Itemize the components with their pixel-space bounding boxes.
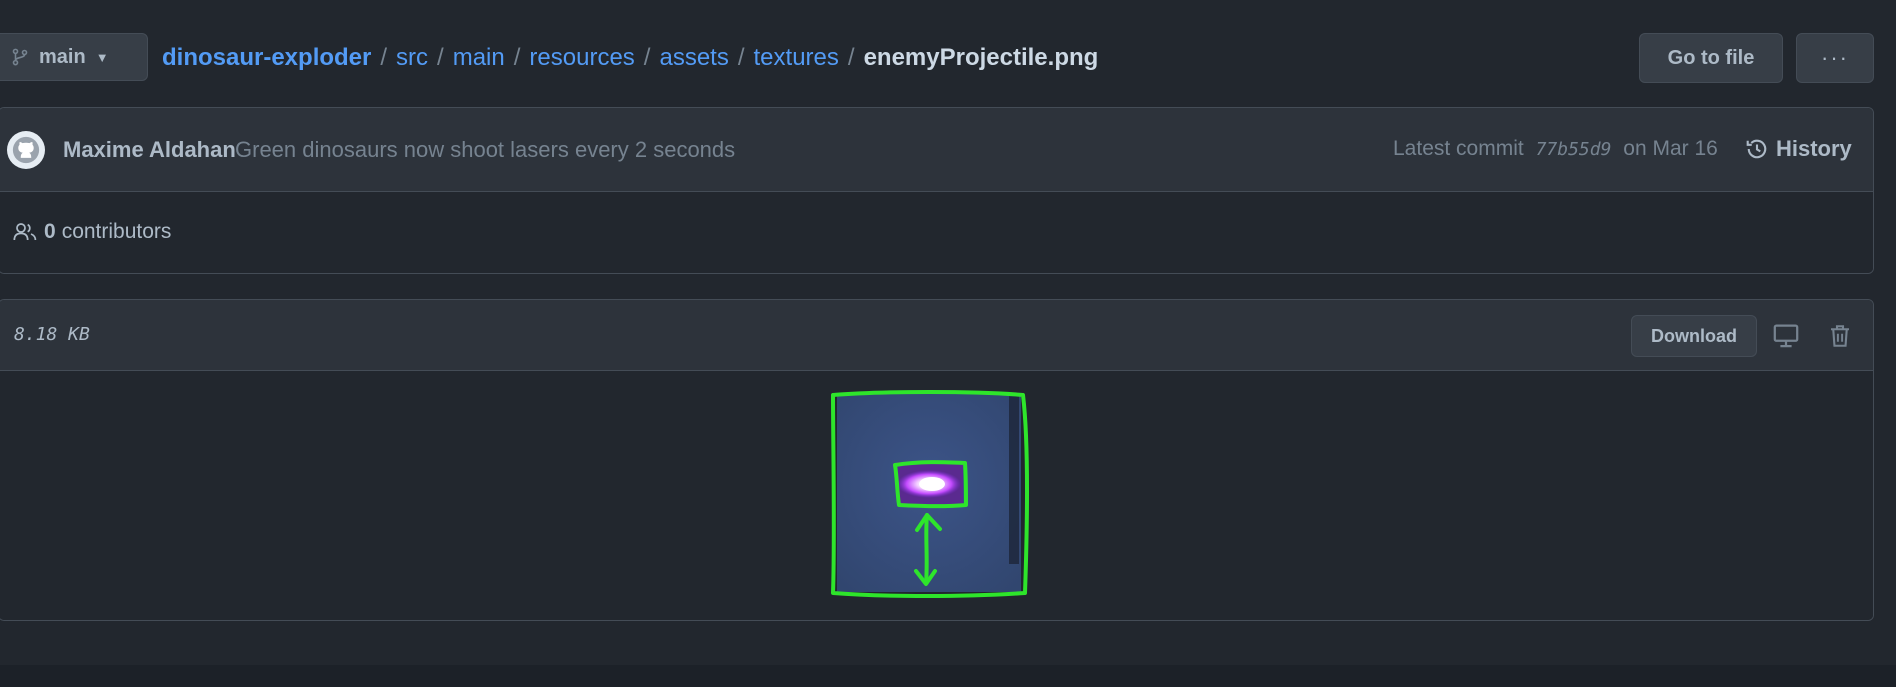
- branch-selector-button[interactable]: main ▼: [0, 33, 148, 81]
- breadcrumb-separator: /: [513, 44, 521, 71]
- avatar[interactable]: [7, 131, 45, 169]
- trash-icon: [1831, 325, 1849, 347]
- people-icon: [13, 223, 37, 241]
- open-in-desktop-button[interactable]: [1771, 321, 1801, 351]
- history-link[interactable]: History: [1745, 136, 1852, 162]
- breadcrumb: dinosaur-exploder / src / main / resourc…: [162, 40, 1098, 76]
- desktop-icon: [1773, 324, 1799, 348]
- commit-row: Maxime Aldahan Green dinosaurs now shoot…: [0, 108, 1873, 192]
- commit-message[interactable]: Green dinosaurs now shoot lasers every 2…: [235, 137, 735, 163]
- latest-commit-label: Latest commit: [1393, 137, 1524, 160]
- breadcrumb-src-link[interactable]: src: [396, 44, 428, 72]
- breadcrumb-separator: /: [847, 44, 855, 71]
- contributors-row: 0 contributors: [0, 192, 1873, 273]
- go-to-file-button[interactable]: Go to file: [1639, 33, 1783, 83]
- branch-name: main: [39, 45, 86, 68]
- contributors-label: contributors: [61, 220, 172, 243]
- download-button[interactable]: Download: [1631, 315, 1757, 357]
- file-viewer: 8.18 KB Download: [0, 299, 1874, 621]
- history-icon: [1746, 139, 1767, 159]
- history-label: History: [1776, 136, 1852, 161]
- github-mark-icon: [12, 136, 40, 164]
- git-branch-icon: [12, 48, 28, 66]
- commit-sha-link[interactable]: 77b55d9: [1536, 139, 1612, 160]
- breadcrumb-separator: /: [380, 44, 388, 71]
- breadcrumb-textures-link[interactable]: textures: [754, 44, 839, 72]
- bottom-strip: [0, 665, 1896, 687]
- file-header: 8.18 KB Download: [0, 300, 1873, 371]
- contributors-count: 0: [44, 220, 56, 243]
- breadcrumb-separator: /: [643, 44, 651, 71]
- breadcrumb-resources-link[interactable]: resources: [529, 44, 634, 72]
- breadcrumb-separator: /: [737, 44, 745, 71]
- file-size: 8.18 KB: [14, 324, 90, 345]
- commit-date: on Mar 16: [1623, 137, 1718, 160]
- contributors-link[interactable]: 0 contributors: [13, 220, 171, 244]
- breadcrumb-repo-link[interactable]: dinosaur-exploder: [162, 44, 371, 72]
- enemy-projectile-image: [825, 385, 1039, 603]
- breadcrumb-main-link[interactable]: main: [453, 44, 505, 72]
- more-options-button[interactable]: ···: [1796, 33, 1874, 83]
- latest-commit-info: Latest commit 77b55d9 on Mar 16: [1393, 137, 1718, 161]
- commit-author[interactable]: Maxime Aldahan: [63, 137, 236, 163]
- image-preview-area: [0, 371, 1873, 620]
- caret-down-icon: ▼: [95, 49, 109, 65]
- breadcrumb-assets-link[interactable]: assets: [659, 44, 728, 72]
- page: main ▼ dinosaur-exploder / src / main / …: [0, 0, 1896, 687]
- breadcrumb-file-name: enemyProjectile.png: [863, 44, 1099, 71]
- delete-file-button[interactable]: [1825, 321, 1855, 351]
- latest-commit-box: Maxime Aldahan Green dinosaurs now shoot…: [0, 107, 1874, 274]
- breadcrumb-separator: /: [437, 44, 444, 71]
